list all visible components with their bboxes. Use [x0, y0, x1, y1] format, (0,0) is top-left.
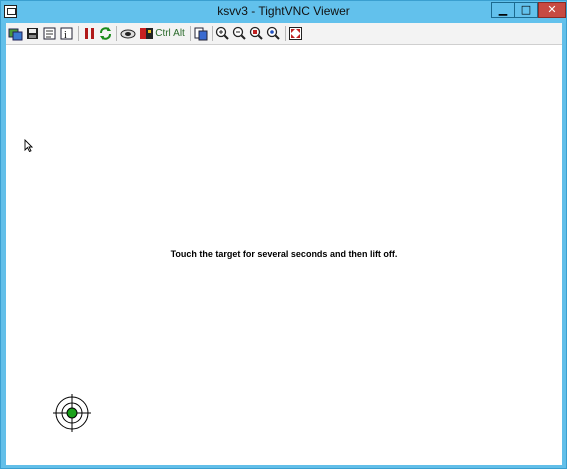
close-button[interactable]: ✕	[538, 2, 566, 18]
ctrl-alt-del-icon[interactable]	[120, 26, 137, 41]
zoom-100-icon[interactable]	[249, 26, 264, 41]
zoom-out-icon[interactable]	[232, 26, 247, 41]
toolbar-separator	[116, 26, 117, 41]
clipboard-icon[interactable]	[193, 26, 208, 41]
remote-desktop-canvas[interactable]: Touch the target for several seconds and…	[6, 45, 562, 465]
save-icon[interactable]	[25, 26, 40, 41]
alt-key-button[interactable]: Alt	[172, 26, 186, 41]
options-icon[interactable]	[42, 26, 57, 41]
calibration-target-icon[interactable]	[53, 394, 91, 436]
ctrl-key-button[interactable]: Ctrl	[155, 26, 171, 41]
toolbar-separator	[285, 26, 286, 41]
connection-info-icon[interactable]: i	[59, 26, 74, 41]
ctrl-esc-icon[interactable]	[139, 26, 154, 41]
new-connection-icon[interactable]	[8, 26, 23, 41]
zoom-in-icon[interactable]	[215, 26, 230, 41]
refresh-icon[interactable]	[98, 26, 113, 41]
svg-text:i: i	[64, 30, 67, 41]
maximize-button[interactable]: □	[514, 2, 538, 18]
fullscreen-icon[interactable]	[288, 26, 303, 41]
title-bar[interactable]: ksvv3 - TightVNC Viewer ▁ □ ✕	[1, 1, 566, 23]
pause-icon[interactable]	[82, 26, 97, 41]
toolbar: i Ctrl Alt	[6, 23, 562, 45]
window-title: ksvv3 - TightVNC Viewer	[217, 4, 350, 18]
toolbar-separator	[190, 26, 191, 41]
toolbar-separator	[212, 26, 213, 41]
vnc-window: ksvv3 - TightVNC Viewer ▁ □ ✕ i Ctrl Alt…	[0, 0, 567, 469]
calibration-instruction: Touch the target for several seconds and…	[170, 249, 398, 259]
toolbar-separator	[78, 26, 79, 41]
mouse-cursor-icon	[24, 137, 34, 156]
minimize-button[interactable]: ▁	[491, 2, 515, 18]
zoom-auto-icon[interactable]	[266, 26, 281, 41]
